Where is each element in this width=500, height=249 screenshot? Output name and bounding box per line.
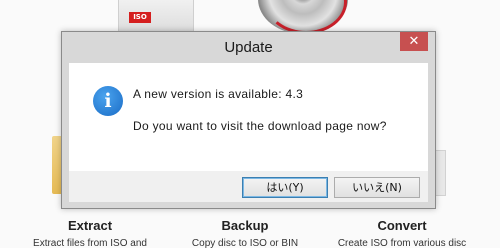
no-button[interactable]: いいえ(N) [334, 177, 420, 198]
feature-description: Copy disc to ISO or BIN [191, 238, 299, 249]
feature-title: Extract [67, 218, 113, 233]
yes-button[interactable]: はい(Y) [242, 177, 328, 198]
message-line-1: A new version is available: 4.3 [133, 87, 304, 101]
dialog-button-bar: はい(Y) いいえ(N) [69, 171, 428, 202]
feature-title: Convert [377, 218, 427, 233]
feature-convert[interactable]: Convert Create ISO from various disc [312, 218, 492, 249]
iso-file-icon: ISO [118, 0, 194, 35]
dialog-content: i A new version is available: 4.3 Do you… [69, 63, 428, 171]
feature-backup[interactable]: Backup Copy disc to ISO or BIN [155, 218, 335, 249]
message-line-2: Do you want to visit the download page n… [133, 119, 387, 133]
feature-title: Backup [221, 218, 269, 233]
dialog-titlebar[interactable]: Update ✕ [62, 32, 435, 61]
disc-ring-icon [265, 0, 347, 34]
dialog-title: Update [224, 39, 273, 56]
info-icon: i [93, 86, 123, 116]
feature-description: Extract files from ISO and [33, 238, 147, 249]
update-dialog: Update ✕ i A new version is available: 4… [61, 31, 436, 209]
iso-badge: ISO [129, 12, 151, 23]
feature-extract[interactable]: Extract Extract files from ISO and [0, 218, 180, 249]
feature-description: Create ISO from various disc [337, 238, 467, 249]
close-button[interactable]: ✕ [400, 32, 428, 51]
